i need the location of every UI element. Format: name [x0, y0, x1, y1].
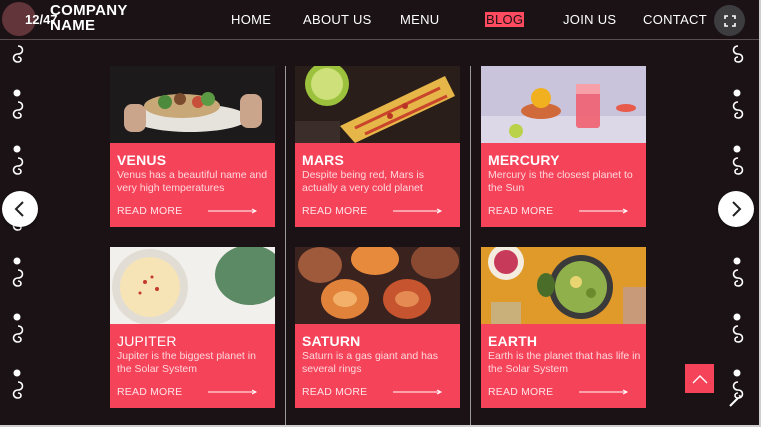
- read-more-link[interactable]: READ MORE: [302, 205, 367, 217]
- arrow-right-icon: [208, 389, 258, 395]
- next-slide-button[interactable]: [718, 191, 754, 227]
- previous-slide-button[interactable]: [2, 191, 38, 227]
- card-saturn[interactable]: SATURN Saturn is a gas giant and has sev…: [295, 247, 460, 408]
- magic-wand-icon[interactable]: [728, 394, 742, 408]
- read-more-link[interactable]: READ MORE: [302, 386, 367, 398]
- column-divider: [470, 66, 471, 425]
- scroll-top-button[interactable]: [685, 364, 714, 393]
- fullscreen-icon: [723, 14, 736, 27]
- card-description: Mercury is the closest planet to the Sun: [488, 169, 633, 194]
- card-title: MERCURY: [488, 152, 560, 168]
- arrow-right-icon: [579, 208, 629, 214]
- nav-menu[interactable]: MENU: [400, 12, 439, 27]
- read-more-link[interactable]: READ MORE: [488, 205, 553, 217]
- card-title: SATURN: [302, 333, 361, 349]
- chevron-left-icon: [14, 201, 24, 217]
- arrow-right-icon: [393, 389, 443, 395]
- read-more-link[interactable]: READ MORE: [117, 205, 182, 217]
- card-description: Jupiter is the biggest planet in the Sol…: [117, 350, 256, 375]
- chevron-right-icon: [732, 201, 742, 217]
- card-description: Saturn is a gas giant and has several ri…: [302, 350, 439, 375]
- card-mars[interactable]: MARS Despite being red, Mars is actually…: [295, 66, 460, 227]
- card-image-soup: [110, 247, 275, 324]
- card-title: JUPITER: [117, 333, 177, 349]
- arrow-right-icon: [208, 208, 258, 214]
- card-venus[interactable]: VENUS Venus has a beautiful name and ver…: [110, 66, 275, 227]
- slide-counter: 12/47: [25, 12, 58, 27]
- card-image-drink: [481, 66, 646, 143]
- read-more-link[interactable]: READ MORE: [117, 386, 182, 398]
- nav-contact[interactable]: CONTACT: [643, 12, 707, 27]
- nav-join-us[interactable]: JOIN US: [563, 12, 616, 27]
- card-description: Earth is the planet that has life in the…: [488, 350, 641, 375]
- fullscreen-button[interactable]: [714, 5, 745, 36]
- card-image-grilled-corn: [295, 66, 460, 143]
- card-title: MARS: [302, 152, 345, 168]
- arrow-right-icon: [579, 389, 629, 395]
- card-mercury[interactable]: MERCURY Mercury is the closest planet to…: [481, 66, 646, 227]
- card-earth[interactable]: EARTH Earth is the planet that has life …: [481, 247, 646, 408]
- left-ornament: [4, 42, 32, 422]
- card-image-conchas: [295, 247, 460, 324]
- card-image-tacos: [110, 66, 275, 143]
- slide-stage: COMPANY NAME 12/47 HOME ABOUT US MENU BL…: [0, 0, 761, 427]
- card-description: Despite being red, Mars is actually a ve…: [302, 169, 424, 194]
- nav-home[interactable]: HOME: [231, 12, 271, 27]
- read-more-link[interactable]: READ MORE: [488, 386, 553, 398]
- card-image-table-spread: [481, 247, 646, 324]
- caret-up-icon: [692, 374, 707, 383]
- arrow-right-icon: [393, 208, 443, 214]
- nav-blog[interactable]: BLOG: [485, 12, 525, 27]
- card-description: Venus has a beautiful name and very high…: [117, 169, 268, 194]
- card-title: VENUS: [117, 152, 167, 168]
- card-title: EARTH: [488, 333, 538, 349]
- logo-line-2: NAME: [50, 17, 96, 34]
- logo: COMPANY NAME: [50, 3, 128, 33]
- column-divider: [285, 66, 286, 425]
- card-jupiter[interactable]: JUPITER Jupiter is the biggest planet in…: [110, 247, 275, 408]
- logo-line-1: COMPANY: [50, 2, 128, 19]
- nav-about-us[interactable]: ABOUT US: [303, 12, 372, 27]
- right-ornament: [724, 42, 752, 422]
- header: COMPANY NAME 12/47 HOME ABOUT US MENU BL…: [0, 0, 759, 40]
